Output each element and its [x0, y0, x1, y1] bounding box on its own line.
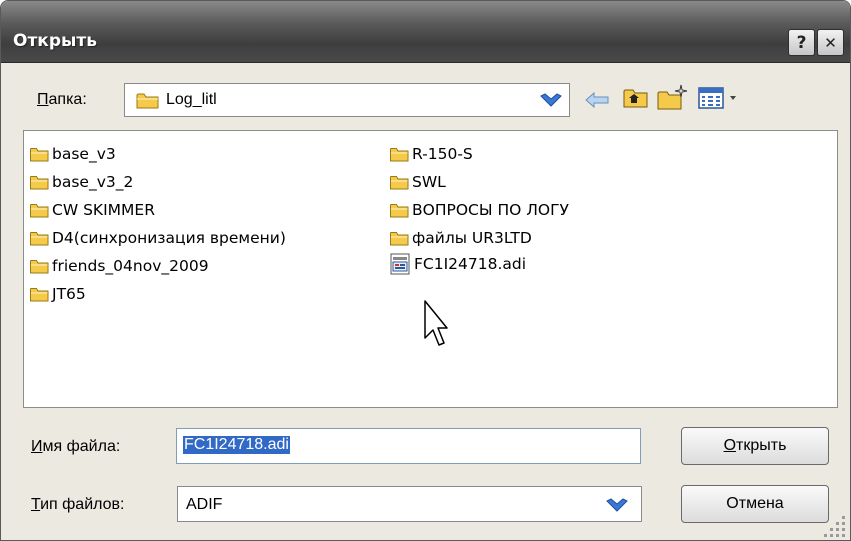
list-item[interactable]: ВОПРОСЫ ПО ЛОГУ — [390, 199, 569, 221]
list-item-label: CW SKIMMER — [52, 201, 155, 219]
new-folder-icon[interactable] — [657, 83, 689, 111]
folder-icon — [30, 147, 49, 162]
resize-grip-icon[interactable] — [822, 512, 848, 538]
list-item-label: D4(синхронизация времени) — [52, 229, 286, 247]
list-item-label: base_v3 — [52, 145, 116, 163]
cancel-button-label: Отмена — [726, 495, 784, 512]
chevron-down-icon[interactable] — [539, 91, 563, 109]
list-item[interactable]: файлы UR3LTD — [390, 227, 532, 249]
file-list[interactable]: base_v3 base_v3_2 CW SKIMMER D4(синхронизац… — [23, 130, 838, 408]
close-icon: ✕ — [824, 33, 837, 52]
folder-icon — [390, 175, 409, 190]
list-item-label: ВОПРОСЫ ПО ЛОГУ — [412, 201, 569, 219]
adif-file-icon — [390, 253, 410, 275]
list-item-label: base_v3_2 — [52, 173, 134, 191]
folder-icon — [30, 175, 49, 190]
help-button[interactable]: ? — [788, 29, 815, 56]
list-item[interactable]: JT65 — [30, 283, 86, 305]
list-item[interactable]: SWL — [390, 171, 446, 193]
list-item[interactable]: CW SKIMMER — [30, 199, 155, 221]
mouse-cursor-icon — [424, 300, 448, 346]
filename-label: Имя файла: — [31, 438, 121, 455]
list-item[interactable]: R-150-S — [390, 143, 473, 165]
folder-icon — [390, 231, 409, 246]
list-item-label: файлы UR3LTD — [412, 229, 532, 247]
folder-label: Папка: — [37, 91, 87, 108]
list-item-label: SWL — [412, 173, 446, 191]
list-item[interactable]: D4(синхронизация времени) — [30, 227, 286, 249]
window-title: Открыть — [13, 31, 97, 51]
filetype-combo[interactable]: ADIF — [177, 486, 642, 522]
list-item[interactable]: base_v3 — [30, 143, 116, 165]
list-item[interactable]: friends_04nov_2009 — [30, 255, 209, 277]
list-item-label: FC1I24718.adi — [414, 255, 527, 273]
folder-combo[interactable]: Log_litl — [124, 83, 570, 117]
current-folder-name: Log_litl — [166, 91, 217, 108]
open-button-label: Открыть — [723, 437, 787, 454]
cancel-button[interactable]: Отмена — [681, 485, 829, 523]
list-item-label: R-150-S — [412, 145, 473, 163]
open-button[interactable]: Открыть — [681, 427, 829, 465]
open-file-dialog: Открыть ? ✕ Папка: Log_litl base_v3 base… — [0, 0, 851, 541]
filetype-label: Тип файлов: — [31, 496, 125, 513]
list-item-label: friends_04nov_2009 — [52, 257, 209, 275]
view-menu-icon[interactable] — [698, 87, 744, 109]
back-arrow-icon[interactable] — [584, 91, 610, 109]
up-folder-icon[interactable] — [623, 87, 649, 109]
folder-icon — [390, 147, 409, 162]
list-item-label: JT65 — [52, 285, 86, 303]
title-bar[interactable]: Открыть ? ✕ — [1, 1, 850, 63]
help-icon: ? — [796, 32, 807, 53]
folder-icon — [30, 231, 49, 246]
list-item-file[interactable]: FC1I24718.adi — [390, 253, 526, 275]
filename-value: FC1I24718.adi — [183, 436, 290, 454]
folder-icon — [30, 287, 49, 302]
chevron-down-icon[interactable] — [605, 496, 629, 514]
filename-input[interactable]: FC1I24718.adi — [176, 428, 641, 464]
folder-icon — [30, 203, 49, 218]
folder-icon — [390, 203, 409, 218]
close-button[interactable]: ✕ — [817, 29, 844, 56]
folder-icon — [30, 259, 49, 274]
filetype-value: ADIF — [186, 496, 223, 513]
list-item[interactable]: base_v3_2 — [30, 171, 133, 193]
folder-icon — [136, 93, 159, 109]
